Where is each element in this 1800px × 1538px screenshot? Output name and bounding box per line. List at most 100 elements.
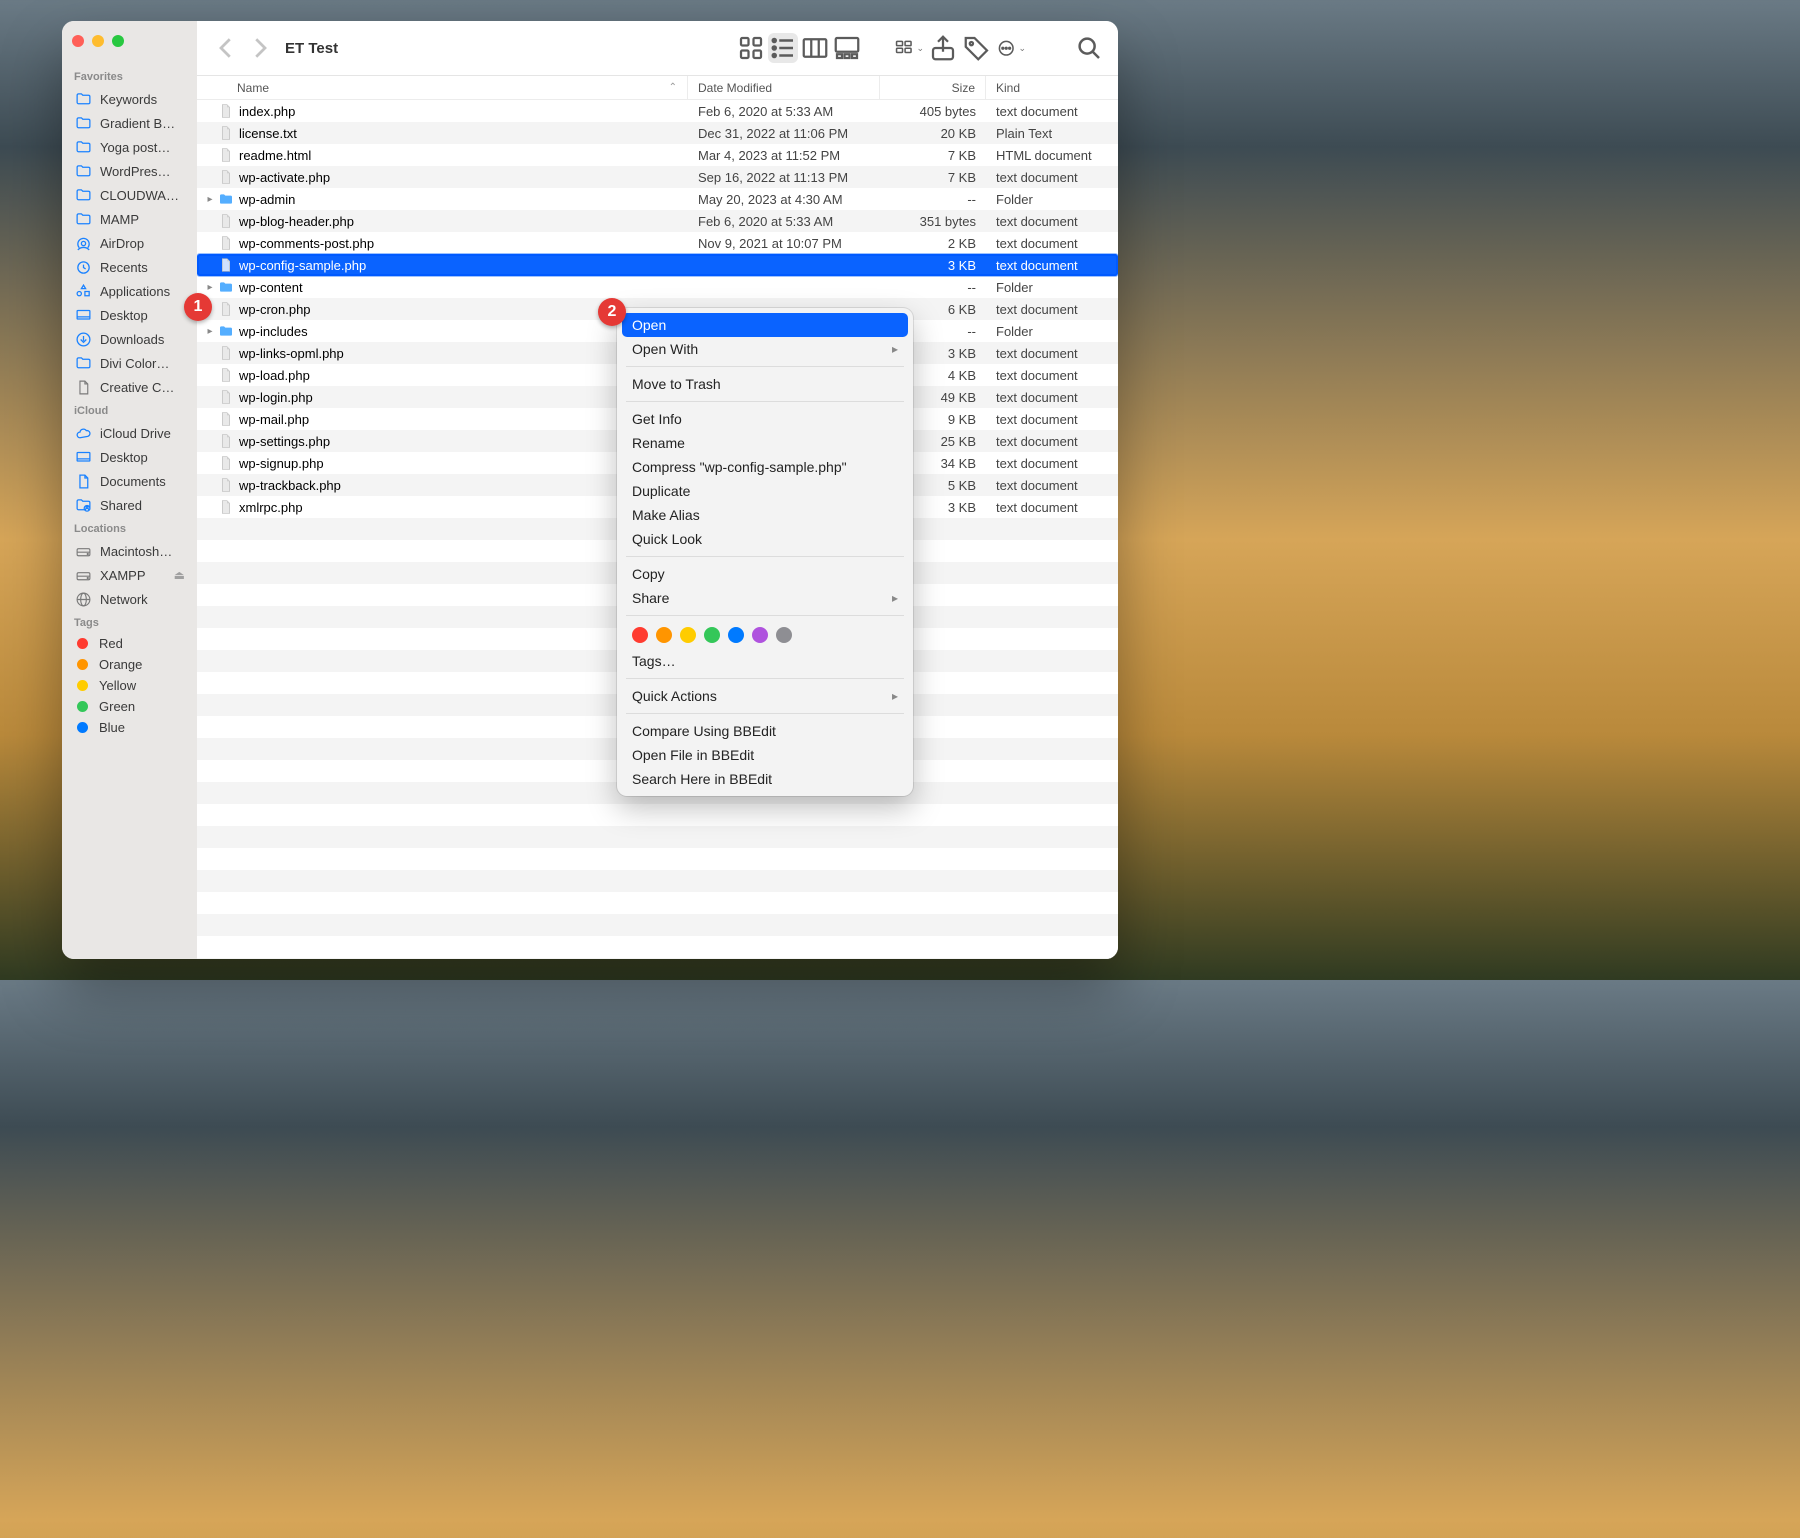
- sidebar-item-label: Divi Color…: [100, 356, 185, 371]
- sidebar-item[interactable]: Yoga post…: [68, 135, 191, 159]
- menu-item-label: Move to Trash: [632, 376, 721, 392]
- menu-item[interactable]: Share▸: [622, 586, 908, 610]
- sidebar-item[interactable]: Red: [68, 633, 191, 654]
- file-kind: Plain Text: [986, 126, 1118, 141]
- tag-color-option[interactable]: [776, 627, 792, 643]
- menu-item[interactable]: Compare Using BBEdit: [622, 719, 908, 743]
- menu-item[interactable]: Compress "wp-config-sample.php": [622, 455, 908, 479]
- menu-item[interactable]: Get Info: [622, 407, 908, 431]
- sidebar-item[interactable]: Network: [68, 587, 191, 611]
- sidebar-item[interactable]: Macintosh…: [68, 539, 191, 563]
- sidebar-item[interactable]: AirDrop: [68, 231, 191, 255]
- file-date: Mar 4, 2023 at 11:52 PM: [688, 148, 880, 163]
- sidebar-item[interactable]: Orange: [68, 654, 191, 675]
- sidebar-item[interactable]: Shared: [68, 493, 191, 517]
- sidebar-item[interactable]: Divi Color…: [68, 351, 191, 375]
- file-row[interactable]: ▸ readme.html Mar 4, 2023 at 11:52 PM 7 …: [197, 144, 1118, 166]
- eject-icon[interactable]: ⏏: [174, 568, 185, 582]
- sidebar-item-label: iCloud Drive: [100, 426, 185, 441]
- sidebar-item[interactable]: WordPres…: [68, 159, 191, 183]
- menu-item[interactable]: Open File in BBEdit: [622, 743, 908, 767]
- file-row[interactable]: ▸ wp-admin May 20, 2023 at 4:30 AM -- Fo…: [197, 188, 1118, 210]
- sidebar-item[interactable]: Green: [68, 696, 191, 717]
- back-button[interactable]: [211, 33, 241, 63]
- file-row[interactable]: ▸ wp-blog-header.php Feb 6, 2020 at 5:33…: [197, 210, 1118, 232]
- tag-color-option[interactable]: [704, 627, 720, 643]
- file-row[interactable]: ▸ wp-activate.php Sep 16, 2022 at 11:13 …: [197, 166, 1118, 188]
- menu-item[interactable]: Open With▸: [622, 337, 908, 361]
- tag-color-option[interactable]: [728, 627, 744, 643]
- menu-item[interactable]: Quick Look: [622, 527, 908, 551]
- menu-item[interactable]: Move to Trash: [622, 372, 908, 396]
- sidebar-item-label: Red: [99, 636, 185, 651]
- tag-color-option[interactable]: [752, 627, 768, 643]
- header-size[interactable]: Size: [880, 76, 986, 99]
- finder-window: Favorites Keywords Gradient B… Yoga post…: [62, 21, 1118, 959]
- file-row[interactable]: ▸ index.php Feb 6, 2020 at 5:33 AM 405 b…: [197, 100, 1118, 122]
- file-icon: [217, 344, 235, 362]
- view-list-button[interactable]: [768, 33, 798, 63]
- sidebar-item[interactable]: MAMP: [68, 207, 191, 231]
- menu-item-label: Compare Using BBEdit: [632, 723, 776, 739]
- sidebar-section-header: Locations: [68, 517, 191, 539]
- file-kind: text document: [986, 258, 1118, 273]
- file-row[interactable]: ▸ wp-config-sample.php 3 KB text documen…: [197, 254, 1118, 276]
- search-button[interactable]: [1074, 33, 1104, 63]
- menu-item[interactable]: Search Here in BBEdit: [622, 767, 908, 791]
- share-button[interactable]: [928, 33, 958, 63]
- menu-item[interactable]: Duplicate: [622, 479, 908, 503]
- view-icons-button[interactable]: [736, 33, 766, 63]
- close-window-button[interactable]: [72, 35, 84, 47]
- menu-item[interactable]: Rename: [622, 431, 908, 455]
- menu-item-label: Duplicate: [632, 483, 690, 499]
- header-date[interactable]: Date Modified: [688, 76, 880, 99]
- minimize-window-button[interactable]: [92, 35, 104, 47]
- sidebar-item[interactable]: Keywords: [68, 87, 191, 111]
- sidebar-item[interactable]: Applications: [68, 279, 191, 303]
- view-mode-group: [736, 33, 862, 63]
- tag-color-option[interactable]: [680, 627, 696, 643]
- menu-item[interactable]: Open: [622, 313, 908, 337]
- file-icon: [217, 234, 235, 252]
- file-kind: text document: [986, 214, 1118, 229]
- view-gallery-button[interactable]: [832, 33, 862, 63]
- sidebar-item[interactable]: Yellow: [68, 675, 191, 696]
- sidebar-item[interactable]: Desktop: [68, 445, 191, 469]
- sidebar-item[interactable]: Recents: [68, 255, 191, 279]
- chevron-right-icon[interactable]: ▸: [203, 282, 217, 293]
- zoom-window-button[interactable]: [112, 35, 124, 47]
- header-name[interactable]: Name⌃: [197, 76, 688, 99]
- header-kind[interactable]: Kind: [986, 76, 1118, 99]
- forward-button[interactable]: [245, 33, 275, 63]
- menu-item[interactable]: Quick Actions▸: [622, 684, 908, 708]
- view-columns-button[interactable]: [800, 33, 830, 63]
- menu-item[interactable]: Make Alias: [622, 503, 908, 527]
- file-row[interactable]: ▸ wp-comments-post.php Nov 9, 2021 at 10…: [197, 232, 1118, 254]
- file-row[interactable]: ▸ wp-content -- Folder: [197, 276, 1118, 298]
- sidebar-item[interactable]: iCloud Drive: [68, 421, 191, 445]
- menu-item-label: Get Info: [632, 411, 682, 427]
- tag-color-option[interactable]: [656, 627, 672, 643]
- actions-button[interactable]: ⌄: [996, 33, 1026, 63]
- tag-color-option[interactable]: [632, 627, 648, 643]
- file-icon: [217, 212, 235, 230]
- sidebar-item[interactable]: Blue: [68, 717, 191, 738]
- sidebar: Favorites Keywords Gradient B… Yoga post…: [62, 21, 197, 959]
- sidebar-item[interactable]: Creative C…: [68, 375, 191, 399]
- sidebar-item[interactable]: Gradient B…: [68, 111, 191, 135]
- network-icon: [74, 590, 92, 608]
- group-by-button[interactable]: ⌄: [894, 33, 924, 63]
- sidebar-item[interactable]: CLOUDWA…: [68, 183, 191, 207]
- tags-button[interactable]: [962, 33, 992, 63]
- sidebar-item[interactable]: XAMPP ⏏: [68, 563, 191, 587]
- file-name: wp-links-opml.php: [239, 346, 344, 361]
- chevron-right-icon[interactable]: ▸: [203, 194, 217, 205]
- file-row[interactable]: ▸ license.txt Dec 31, 2022 at 11:06 PM 2…: [197, 122, 1118, 144]
- chevron-right-icon[interactable]: ▸: [203, 326, 217, 337]
- sidebar-item[interactable]: Desktop: [68, 303, 191, 327]
- menu-item[interactable]: Tags…: [622, 649, 908, 673]
- menu-item[interactable]: Copy: [622, 562, 908, 586]
- context-menu: OpenOpen With▸ Move to Trash Get Info Renam…: [617, 308, 913, 796]
- sidebar-item[interactable]: Documents: [68, 469, 191, 493]
- sidebar-item[interactable]: Downloads: [68, 327, 191, 351]
